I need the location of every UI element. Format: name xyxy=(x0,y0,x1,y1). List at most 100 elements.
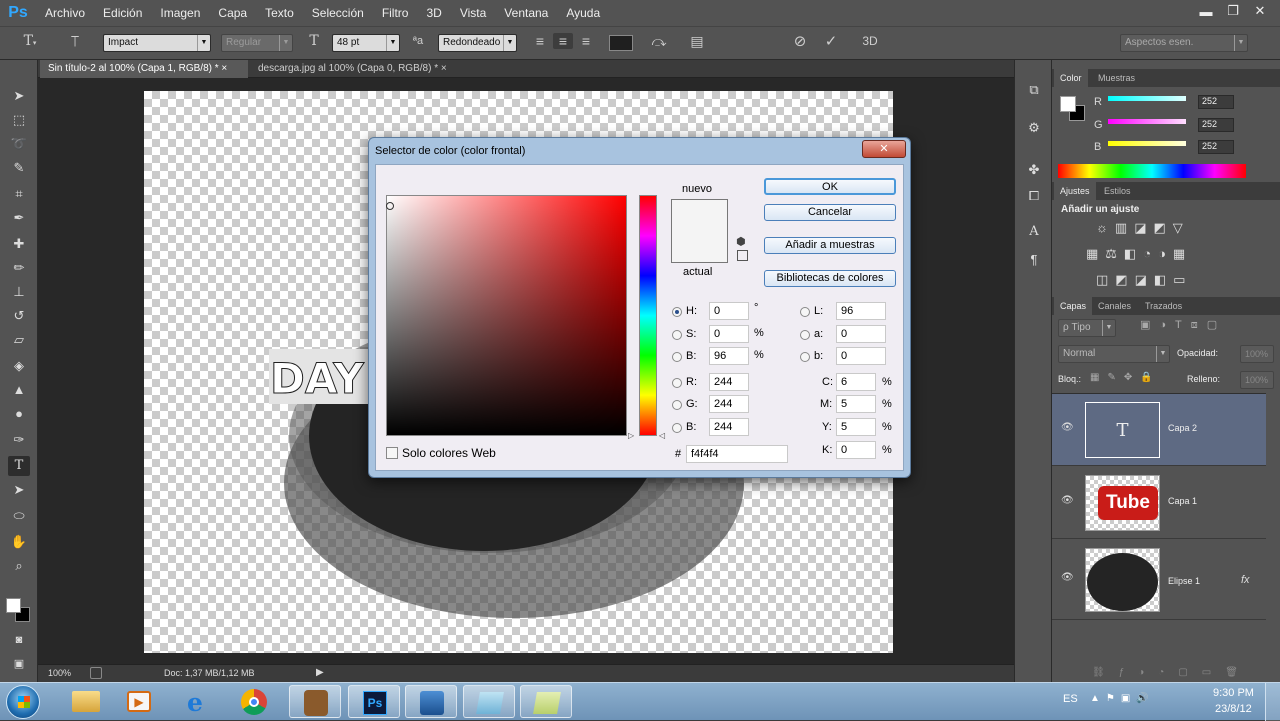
quick-mask-icon[interactable]: ◙ xyxy=(8,630,30,650)
screen-mode-icon[interactable]: ▣ xyxy=(8,654,30,674)
hue-slider-right-arrow-icon[interactable]: ◁ xyxy=(659,431,665,440)
color-field-cursor[interactable] xyxy=(386,202,394,210)
status-menu-arrow-icon[interactable]: ▶ xyxy=(316,667,324,678)
input-b[interactable]: 96 xyxy=(709,347,749,365)
lasso-tool-icon[interactable]: ➰ xyxy=(8,134,30,154)
type-tool-preset-icon[interactable]: T▾ xyxy=(18,33,42,49)
tab-channels[interactable]: Canales xyxy=(1092,297,1137,315)
antialias-select[interactable]: Redondeado ▼ xyxy=(438,34,517,52)
blur-tool-icon[interactable]: ▲ xyxy=(8,380,30,400)
hue-slider-left-arrow-icon[interactable]: ▷ xyxy=(628,431,634,440)
radio-s[interactable] xyxy=(672,330,682,340)
lock-icons[interactable]: ▦✎✥🔒 xyxy=(1090,372,1161,383)
radio-b[interactable] xyxy=(672,352,682,362)
web-safe-swatch-icon[interactable] xyxy=(737,250,748,261)
taskbar-internet-explorer[interactable]: e xyxy=(175,685,227,718)
radio-lab-a[interactable] xyxy=(800,330,810,340)
tray-icons[interactable]: ▲⚑▣🔊 xyxy=(1090,693,1155,704)
out-of-gamut-cube-icon[interactable]: ⬢ xyxy=(736,235,746,248)
input-s[interactable]: 0 xyxy=(709,325,749,343)
eye-icon[interactable]: 👁 xyxy=(1061,495,1074,506)
input-cmyk-k[interactable]: 0 xyxy=(836,441,876,459)
value-b[interactable]: 252 xyxy=(1198,140,1234,154)
layer-filter-select[interactable]: ρ Tipo ▼ xyxy=(1058,319,1116,337)
adjust-row-3[interactable]: ◫◩◪◧▭ xyxy=(1096,272,1192,288)
input-lab-a[interactable]: 0 xyxy=(836,325,886,343)
character-panel-icon[interactable]: ▤ xyxy=(686,33,708,50)
taskbar-chrome[interactable] xyxy=(229,685,281,718)
character-panel-icon[interactable]: A xyxy=(1023,222,1045,242)
color-ramp[interactable] xyxy=(1058,164,1246,178)
dialog-close-button[interactable]: ✕ xyxy=(862,140,906,158)
start-orb-icon[interactable] xyxy=(6,685,40,719)
marquee-tool-icon[interactable]: ⬚ xyxy=(8,110,30,130)
menu-filtro[interactable]: Filtro xyxy=(373,0,418,26)
eye-icon[interactable]: 👁 xyxy=(1061,572,1074,583)
input-rgb-b[interactable]: 244 xyxy=(709,418,749,436)
menu-vista[interactable]: Vista xyxy=(451,0,495,26)
hue-slider[interactable] xyxy=(639,195,657,436)
layer-name[interactable]: Capa 1 xyxy=(1168,496,1197,506)
radio-rgb-g[interactable] xyxy=(672,400,682,410)
pen-tool-icon[interactable]: ✑ xyxy=(8,430,30,450)
taskbar-blue-app[interactable] xyxy=(405,685,457,718)
zoom-tool-icon[interactable]: ⌕ xyxy=(8,556,30,576)
menu-seleccion[interactable]: Selección xyxy=(303,0,373,26)
font-style-select[interactable]: Regular ▼ xyxy=(221,34,293,52)
taskbar-media-player[interactable]: ▶ xyxy=(113,685,165,718)
eraser-tool-icon[interactable]: ▱ xyxy=(8,330,30,350)
input-rgb-g[interactable]: 244 xyxy=(709,395,749,413)
tab-styles[interactable]: Estilos xyxy=(1098,182,1137,200)
slider-r[interactable] xyxy=(1108,96,1186,101)
path-selection-tool-icon[interactable]: ➤ xyxy=(8,480,30,500)
tab-paths[interactable]: Trazados xyxy=(1139,297,1188,315)
quick-selection-tool-icon[interactable]: ✎ xyxy=(8,158,30,178)
paragraph-panel-icon[interactable]: ¶ xyxy=(1023,250,1045,270)
layer-row[interactable]: 👁 T Capa 2 xyxy=(1052,394,1266,466)
value-g[interactable]: 252 xyxy=(1198,118,1234,132)
text-color-swatch[interactable] xyxy=(609,35,633,51)
brush-panel-icon[interactable]: ✤ xyxy=(1023,160,1045,180)
workspace-select[interactable]: Aspectos esen. ▼ xyxy=(1120,34,1248,52)
input-lab-l[interactable]: 96 xyxy=(836,302,886,320)
close-window-button[interactable]: ✕ xyxy=(1248,2,1272,20)
radio-h[interactable] xyxy=(672,307,682,317)
input-cmyk-y[interactable]: 5 xyxy=(836,418,876,436)
taskbar-character-app[interactable] xyxy=(289,685,341,718)
radio-rgb-b[interactable] xyxy=(672,423,682,433)
slider-g[interactable] xyxy=(1108,119,1186,124)
menu-ayuda[interactable]: Ayuda xyxy=(557,0,609,26)
layer-name[interactable]: Capa 2 xyxy=(1168,423,1197,433)
ok-button[interactable]: OK xyxy=(764,178,896,195)
actions-panel-icon[interactable]: ⚙ xyxy=(1023,118,1045,138)
layer-row[interactable]: 👁 Elipse 1 fx xyxy=(1052,540,1266,620)
radio-lab-l[interactable] xyxy=(800,307,810,317)
healing-brush-tool-icon[interactable]: ✚ xyxy=(8,234,30,254)
eyedropper-tool-icon[interactable]: ✒ xyxy=(8,208,30,228)
taskbar-notepad[interactable] xyxy=(463,685,515,718)
radio-lab-b[interactable] xyxy=(800,352,810,362)
show-desktop-button[interactable] xyxy=(1265,683,1280,721)
add-to-swatches-button[interactable]: Añadir a muestras xyxy=(764,237,896,254)
current-color-swatch[interactable] xyxy=(672,231,727,262)
status-info-icon[interactable] xyxy=(90,667,102,679)
taskbar-photoshop[interactable]: Ps xyxy=(348,685,400,718)
adjust-row-2[interactable]: ▦⚖◧◔◑▦ xyxy=(1086,246,1192,262)
menu-imagen[interactable]: Imagen xyxy=(151,0,209,26)
panel-foreground-swatch[interactable] xyxy=(1060,96,1076,112)
clock-time[interactable]: 9:30 PM xyxy=(1213,687,1254,699)
clone-stamp-tool-icon[interactable]: ⊥ xyxy=(8,282,30,302)
layer-name[interactable]: Elipse 1 xyxy=(1168,576,1200,586)
layer-bottom-toolbar[interactable]: ⛓ƒ◑◔▢▭🗑 xyxy=(1092,667,1252,678)
tab-document-2[interactable]: descarga.jpg al 100% (Capa 0, RGB/8) * × xyxy=(250,60,470,78)
foreground-color-swatch[interactable] xyxy=(6,598,21,613)
input-cmyk-c[interactable]: 6 xyxy=(836,373,876,391)
restore-button[interactable]: ❐ xyxy=(1221,2,1245,20)
font-size-select[interactable]: 48 pt ▼ xyxy=(332,34,400,52)
dodge-tool-icon[interactable]: ● xyxy=(8,404,30,424)
minimize-button[interactable]: ▬ xyxy=(1194,2,1218,20)
layer-filter-icons[interactable]: ▣◑T⧈▢ xyxy=(1140,318,1226,332)
close-tab-icon[interactable]: × xyxy=(221,63,227,74)
input-lab-b[interactable]: 0 xyxy=(836,347,886,365)
tab-adjustments[interactable]: Ajustes xyxy=(1054,182,1096,200)
